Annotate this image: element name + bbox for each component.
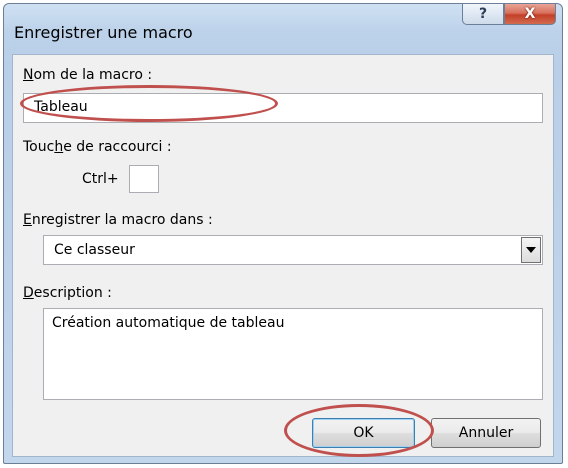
chevron-down-icon bbox=[526, 247, 536, 253]
shortcut-key-input[interactable] bbox=[129, 165, 159, 193]
description-label: Description : bbox=[23, 285, 112, 301]
close-icon: X bbox=[524, 6, 536, 22]
macro-name-label: Nom de la macro : bbox=[23, 67, 153, 83]
macro-name-input[interactable]: Tableau bbox=[23, 93, 543, 123]
description-textarea[interactable]: Création automatique de tableau bbox=[43, 308, 543, 400]
dialog-client-area: Nom de la macro : Tableau Touche de racc… bbox=[12, 54, 554, 457]
cancel-button[interactable]: Annuler bbox=[431, 418, 541, 448]
dropdown-arrow-button[interactable] bbox=[521, 237, 541, 263]
question-mark-icon: ? bbox=[478, 6, 488, 22]
macro-dialog: Enregistrer une macro ? X Nom de la macr… bbox=[3, 3, 563, 464]
close-button[interactable]: X bbox=[504, 3, 556, 25]
dialog-title: Enregistrer une macro bbox=[14, 23, 193, 42]
title-bar[interactable]: Enregistrer une macro ? X bbox=[4, 3, 562, 54]
store-in-dropdown[interactable]: Ce classeur bbox=[43, 235, 543, 265]
help-button[interactable]: ? bbox=[462, 3, 504, 25]
ctrl-prefix-label: Ctrl+ bbox=[82, 171, 119, 187]
ok-button[interactable]: OK bbox=[312, 418, 415, 448]
shortcut-label: Touche de raccourci : bbox=[23, 139, 172, 155]
store-in-label: Enregistrer la macro dans : bbox=[23, 212, 213, 228]
